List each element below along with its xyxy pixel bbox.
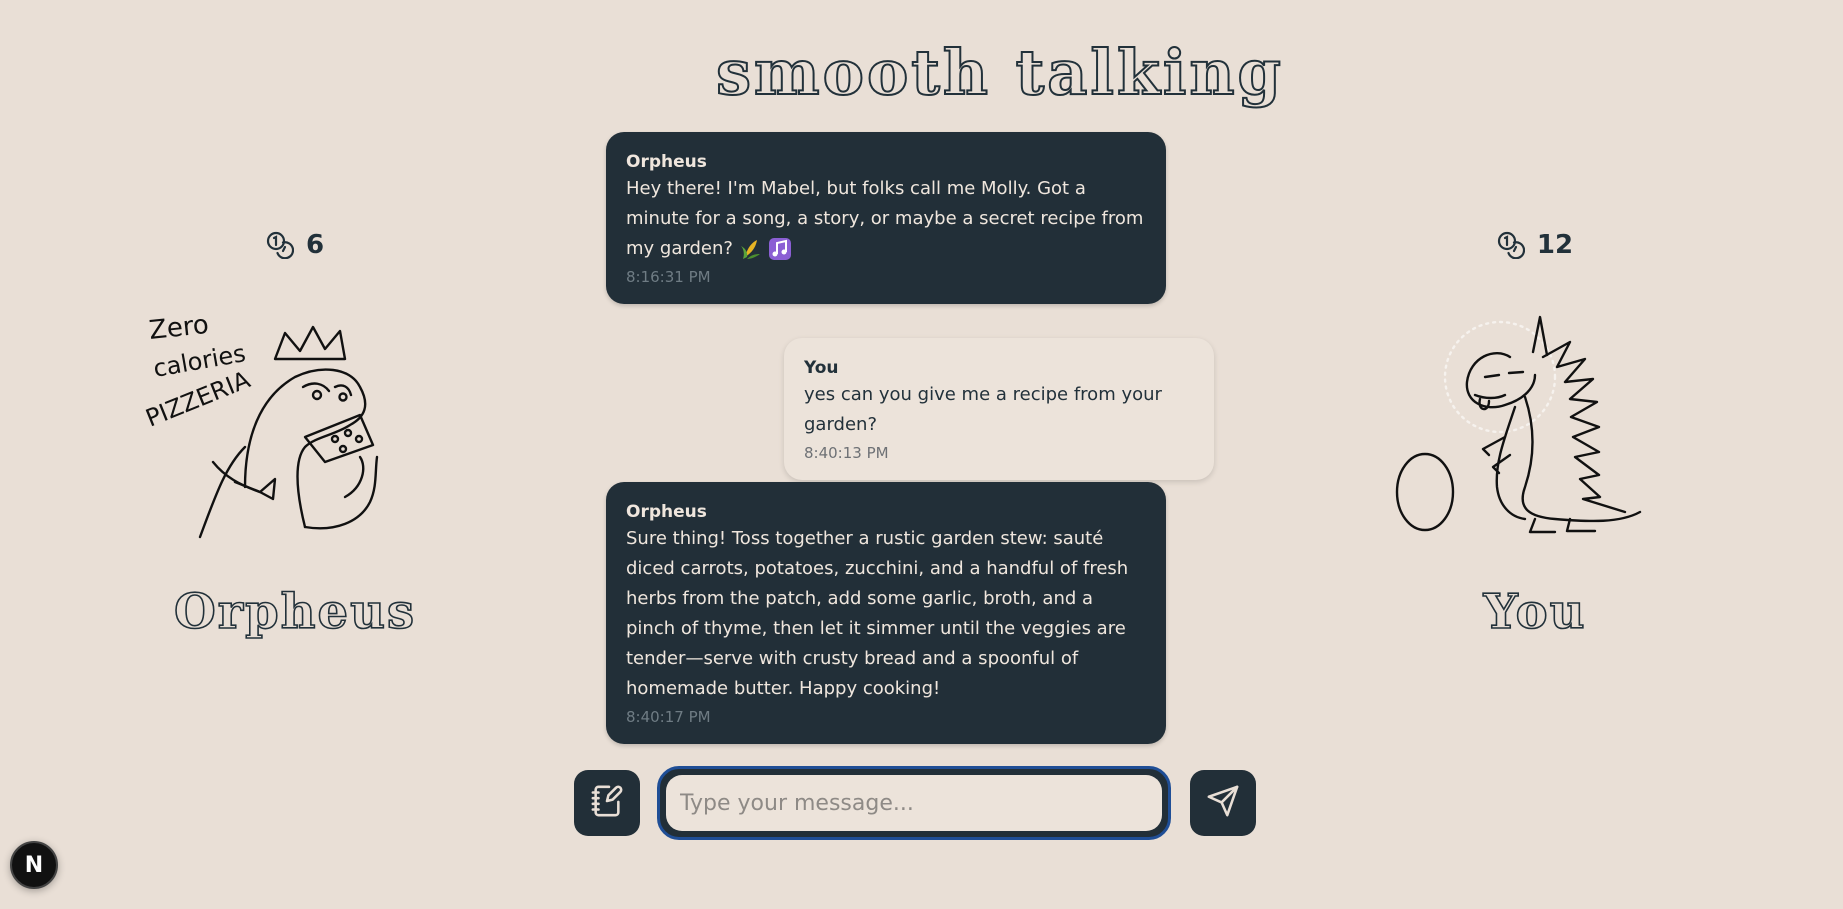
message-composer	[574, 766, 1256, 840]
right-player-name: You	[1483, 583, 1587, 641]
message-input[interactable]	[666, 775, 1162, 831]
chat-message-bot: Orpheus Hey there! I'm Mabel, but folks …	[606, 132, 1166, 304]
music-emoji	[768, 237, 792, 261]
right-player-panel: 12 You	[1385, 225, 1685, 642]
message-sender: Orpheus	[626, 152, 707, 172]
chat-message-bot: Orpheus Sure thing! Toss together a rust…	[606, 482, 1166, 744]
send-icon	[1206, 784, 1240, 822]
right-player-avatar	[1385, 287, 1685, 557]
message-sender: Orpheus	[626, 502, 707, 522]
message-time: 8:40:13 PM	[804, 444, 889, 462]
left-player-name: Orpheus	[173, 583, 417, 641]
message-time: 8:16:31 PM	[626, 268, 711, 286]
left-player-coin-count: 6	[305, 230, 325, 260]
message-time: 8:40:17 PM	[626, 708, 711, 726]
notebook-pen-icon	[590, 784, 624, 822]
notes-button[interactable]	[574, 770, 640, 836]
message-sender: You	[804, 358, 839, 378]
right-player-coins: 12	[1385, 225, 1685, 265]
message-text: Hey there! I'm Mabel, but folks call me …	[626, 178, 1144, 261]
coins-icon	[266, 231, 294, 259]
dev-tools-badge[interactable]: N	[10, 841, 58, 889]
chat-message-user: You yes can you give me a recipe from yo…	[784, 338, 1214, 480]
left-player-panel: 6 Zero calories PIZZERIA Orpheus	[145, 225, 445, 642]
message-input-wrapper	[657, 766, 1171, 840]
send-button[interactable]	[1190, 770, 1256, 836]
right-player-coin-count: 12	[1536, 230, 1574, 260]
avatar-text-zero: Zero	[148, 310, 211, 346]
app-title: smooth talking	[715, 35, 1284, 110]
message-text: Sure thing! Toss together a rustic garde…	[626, 528, 1129, 699]
message-text: yes can you give me a recipe from your g…	[804, 384, 1162, 435]
coins-icon	[1497, 231, 1525, 259]
left-player-avatar: Zero calories PIZZERIA	[145, 287, 445, 557]
left-player-coins: 6	[145, 225, 445, 265]
corn-emoji	[739, 237, 763, 261]
